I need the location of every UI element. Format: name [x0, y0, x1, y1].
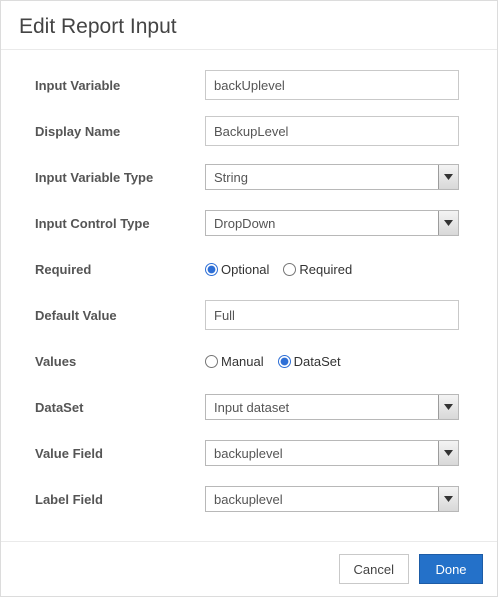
dataset-select[interactable]: Input dataset: [205, 394, 459, 420]
label-display-name: Display Name: [35, 124, 205, 139]
row-value-field: Value Field backuplevel: [35, 438, 477, 468]
select-value: backuplevel: [206, 446, 438, 461]
chevron-down-icon: [438, 441, 458, 465]
chevron-down-icon: [438, 165, 458, 189]
row-default-value: Default Value: [35, 300, 477, 330]
chevron-down-icon: [438, 395, 458, 419]
input-variable-type-select[interactable]: String: [205, 164, 459, 190]
cancel-button[interactable]: Cancel: [339, 554, 409, 584]
values-manual-option[interactable]: Manual: [205, 354, 264, 369]
radio-label: Required: [299, 262, 352, 277]
select-value: DropDown: [206, 216, 438, 231]
label-input-variable: Input Variable: [35, 78, 205, 93]
row-label-field: Label Field backuplevel: [35, 484, 477, 514]
values-manual-radio[interactable]: [205, 355, 218, 368]
values-dataset-option[interactable]: DataSet: [278, 354, 341, 369]
value-field-select[interactable]: backuplevel: [205, 440, 459, 466]
label-default-value: Default Value: [35, 308, 205, 323]
row-values: Values Manual DataSet: [35, 346, 477, 376]
required-radioset: Optional Required: [205, 262, 477, 277]
row-input-variable: Input Variable: [35, 70, 477, 100]
radio-label: DataSet: [294, 354, 341, 369]
input-control-type-select[interactable]: DropDown: [205, 210, 459, 236]
required-optional-option[interactable]: Optional: [205, 262, 269, 277]
values-radioset: Manual DataSet: [205, 354, 477, 369]
done-button[interactable]: Done: [419, 554, 483, 584]
label-input-control-type: Input Control Type: [35, 216, 205, 231]
dialog-title: Edit Report Input: [19, 15, 479, 39]
label-input-variable-type: Input Variable Type: [35, 170, 205, 185]
row-input-variable-type: Input Variable Type String: [35, 162, 477, 192]
label-value-field: Value Field: [35, 446, 205, 461]
values-dataset-radio[interactable]: [278, 355, 291, 368]
radio-label: Optional: [221, 262, 269, 277]
required-required-radio[interactable]: [283, 263, 296, 276]
row-input-control-type: Input Control Type DropDown: [35, 208, 477, 238]
row-dataset: DataSet Input dataset: [35, 392, 477, 422]
label-required: Required: [35, 262, 205, 277]
input-variable-field[interactable]: [205, 70, 459, 100]
label-dataset: DataSet: [35, 400, 205, 415]
default-value-field[interactable]: [205, 300, 459, 330]
dialog-header: Edit Report Input: [1, 1, 497, 50]
row-display-name: Display Name: [35, 116, 477, 146]
chevron-down-icon: [438, 211, 458, 235]
select-value: String: [206, 170, 438, 185]
required-optional-radio[interactable]: [205, 263, 218, 276]
radio-label: Manual: [221, 354, 264, 369]
dialog-footer: Cancel Done: [1, 541, 497, 596]
label-label-field: Label Field: [35, 492, 205, 507]
chevron-down-icon: [438, 487, 458, 511]
label-values: Values: [35, 354, 205, 369]
label-field-select[interactable]: backuplevel: [205, 486, 459, 512]
select-value: backuplevel: [206, 492, 438, 507]
required-required-option[interactable]: Required: [283, 262, 352, 277]
edit-report-input-dialog: Edit Report Input Input Variable Display…: [0, 0, 498, 597]
row-required: Required Optional Required: [35, 254, 477, 284]
select-value: Input dataset: [206, 400, 438, 415]
dialog-body: Input Variable Display Name Input Variab…: [1, 50, 497, 514]
display-name-field[interactable]: [205, 116, 459, 146]
